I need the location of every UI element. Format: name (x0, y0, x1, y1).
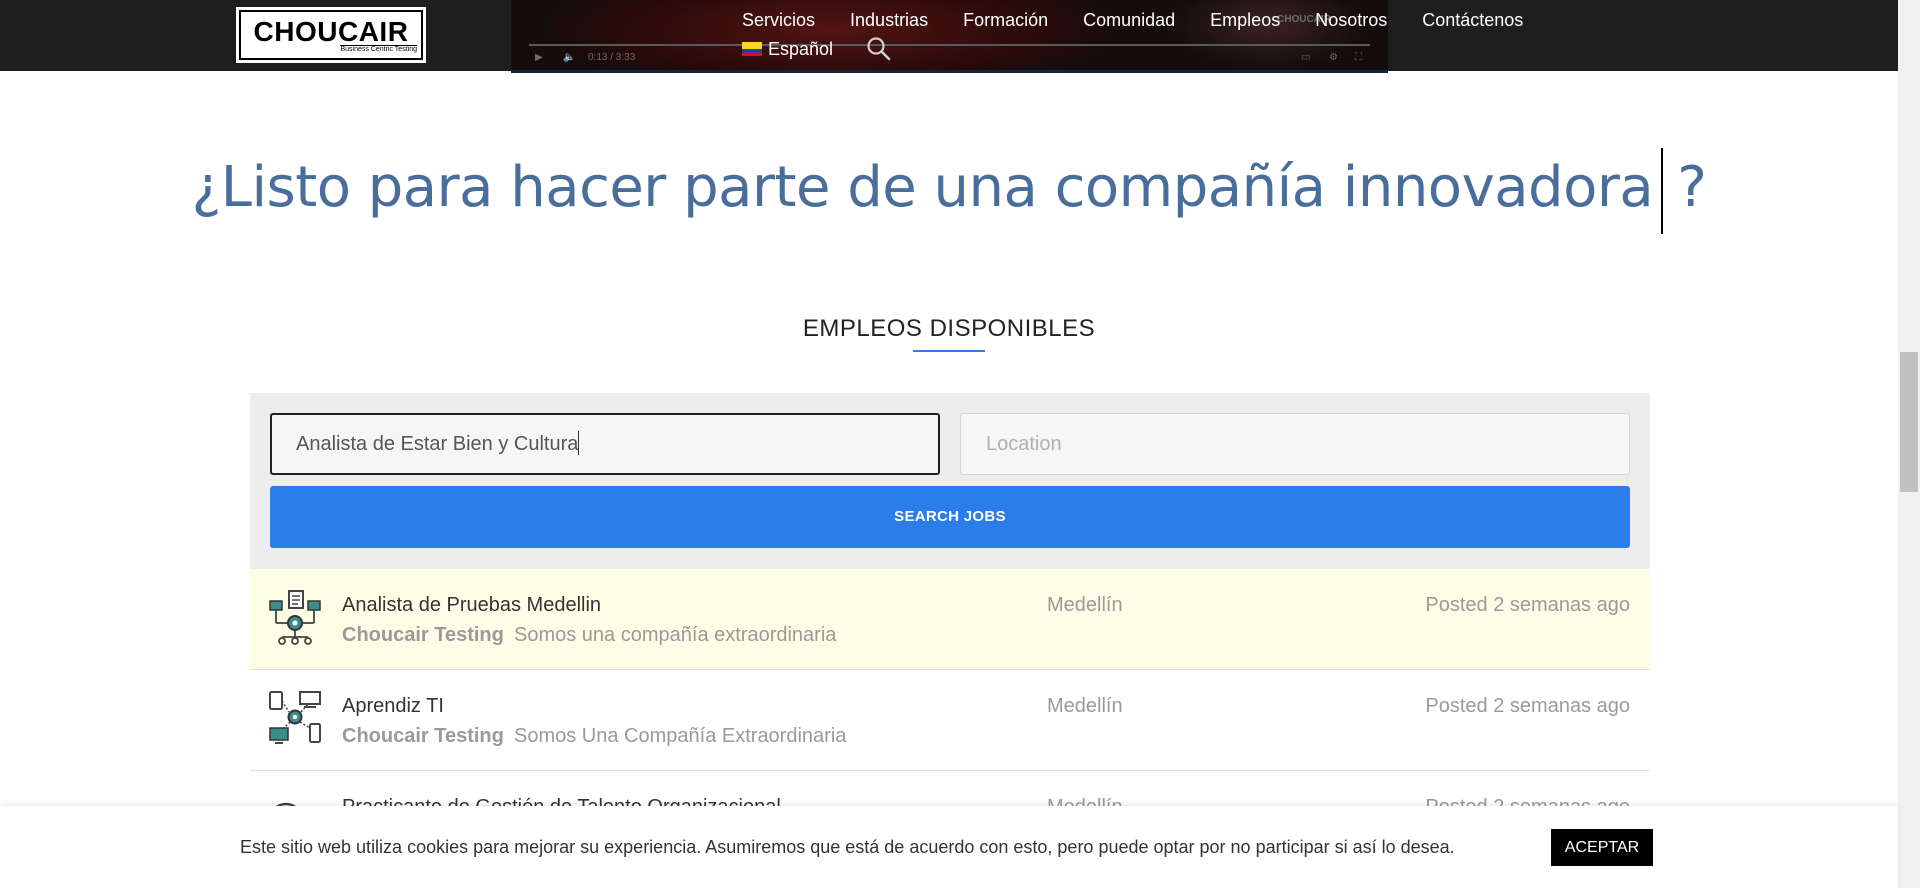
captions-icon[interactable]: ▭ (1301, 52, 1310, 63)
video-progress-bar[interactable] (529, 44, 1370, 46)
site-header: ▶ 🔈 0:13 / 3:33 CHOUCAIR ▭ ⚙ ⛶ CHOUCAIR … (0, 0, 1898, 73)
job-tagline: Somos una compañía extraordinaria (514, 624, 837, 646)
job-title[interactable]: Analista de Pruebas Medellin (342, 593, 601, 617)
nav-nosotros[interactable]: Nosotros (1315, 9, 1387, 31)
accept-cookies-button[interactable]: ACEPTAR (1551, 829, 1653, 866)
gear-icon[interactable]: ⚙ (1329, 52, 1338, 63)
job-location: Medellín (1047, 695, 1123, 717)
keywords-value: Analista de Estar Bien y Cultura (296, 433, 579, 455)
cookie-consent-bar: Este sitio web utiliza cookies para mejo… (0, 806, 1898, 888)
location-placeholder: Location (986, 433, 1062, 455)
job-listing[interactable]: Analista de Pruebas Medellin Choucair Te… (250, 569, 1650, 670)
job-posted-date: Posted 2 semanas ago (1425, 695, 1630, 717)
main-nav: Servicios Industrias Formación Comunidad… (742, 9, 1558, 31)
logo-tagline: Business Centric Testing (340, 45, 417, 53)
workflow-icon (269, 590, 321, 645)
section-title: EMPLEOS DISPONIBLES (802, 315, 1096, 342)
search-jobs-button[interactable]: SEARCH JOBS (270, 486, 1630, 548)
nav-empleos[interactable]: Empleos (1210, 9, 1280, 31)
hero-headline: ¿Listo para hacer parte de una compañía … (0, 148, 1898, 234)
fullscreen-icon[interactable]: ⛶ (1355, 52, 1362, 63)
hero-headline-text: ¿Listo para hacer parte de una compañía … (191, 155, 1654, 221)
logo-name: CHOUCAIR (253, 16, 409, 47)
text-caret (578, 431, 580, 456)
job-posted-date: Posted 2 semanas ago (1425, 594, 1630, 616)
job-tagline: Somos Una Compañía Extraordinaria (514, 725, 847, 747)
search-icon[interactable] (866, 36, 892, 62)
choucair-logo[interactable]: CHOUCAIR Business Centric Testing (236, 7, 426, 63)
nav-contactenos[interactable]: Contáctenos (1422, 9, 1523, 31)
cookie-message: Este sitio web utiliza cookies para mejo… (240, 837, 1455, 857)
nav-comunidad[interactable]: Comunidad (1083, 9, 1175, 31)
keywords-input[interactable]: Analista de Estar Bien y Cultura (270, 413, 940, 475)
job-location: Medellín (1047, 594, 1123, 616)
job-title[interactable]: Aprendiz TI (342, 694, 444, 718)
video-time: 0:13 / 3:33 (588, 52, 636, 63)
language-switcher[interactable]: Español (742, 38, 833, 60)
job-company: Choucair Testing (342, 624, 504, 646)
typing-caret (1661, 148, 1664, 234)
title-underline (913, 350, 985, 352)
job-company: Choucair Testing (342, 725, 504, 747)
nav-servicios[interactable]: Servicios (742, 9, 815, 31)
play-icon[interactable]: ▶ (535, 52, 543, 63)
language-label: Español (768, 39, 834, 59)
nav-industrias[interactable]: Industrias (850, 9, 928, 31)
volume-icon[interactable]: 🔈 (563, 52, 575, 63)
scrollbar-thumb[interactable] (1900, 352, 1918, 492)
colombia-flag-icon (742, 42, 762, 56)
nav-formacion[interactable]: Formación (963, 9, 1048, 31)
location-input[interactable]: Location (960, 413, 1630, 475)
hero-question-mark: ? (1677, 155, 1707, 221)
devices-network-icon (269, 691, 321, 744)
job-listing[interactable]: Aprendiz TI Choucair Testing Somos Una C… (250, 670, 1650, 771)
